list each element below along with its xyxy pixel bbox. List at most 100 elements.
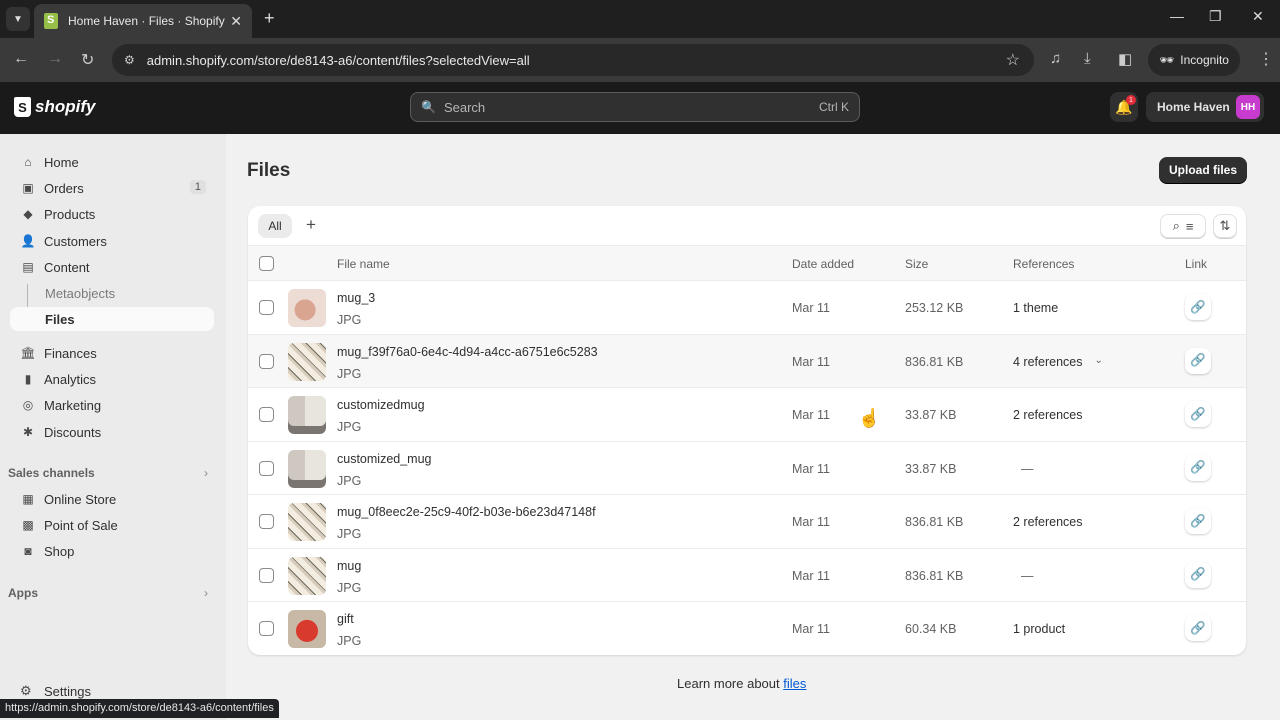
store-menu-button[interactable]: Home Haven HH <box>1146 92 1264 122</box>
row-checkbox[interactable] <box>259 460 274 476</box>
sales-channels-header[interactable]: Sales channels › <box>8 466 208 480</box>
tab-all[interactable]: All <box>258 214 292 238</box>
sidebar-item-products[interactable]: ◆ Products <box>10 202 214 226</box>
table-row[interactable]: mug JPG Mar 11 836.81 KB — 🔗 <box>248 549 1246 602</box>
file-name[interactable]: mug_0f8eec2e-25c9-40f2-b03e-b6e23d47148f <box>337 505 596 519</box>
copy-link-button[interactable]: 🔗 <box>1185 347 1211 374</box>
upload-files-button[interactable]: Upload files <box>1159 157 1247 183</box>
references[interactable]: 4 references ⌄ <box>1013 355 1103 369</box>
file-name[interactable]: customized_mug <box>337 452 432 466</box>
copy-link-button[interactable]: 🔗 <box>1185 401 1211 427</box>
copy-link-button[interactable]: 🔗 <box>1185 615 1211 641</box>
table-row[interactable]: gift JPG Mar 11 60.34 KB 1 product 🔗 <box>248 602 1246 655</box>
date-added: Mar 11 <box>792 568 830 583</box>
site-info-icon[interactable]: ⚙ <box>124 53 135 67</box>
file-name[interactable]: mug_3 <box>337 291 375 305</box>
search-input[interactable]: 🔍 Search Ctrl K <box>410 92 860 122</box>
sidebar-item-shop[interactable]: ◙ Shop <box>10 539 214 563</box>
file-thumbnail[interactable] <box>288 503 326 541</box>
table-row[interactable]: customized_mug JPG Mar 11 33.87 KB — 🔗 <box>248 442 1246 495</box>
copy-link-button[interactable]: 🔗 <box>1185 294 1211 320</box>
browser-tab[interactable]: Home Haven · Files · Shopify ✕ <box>34 4 252 38</box>
sidebar-item-discounts[interactable]: ✱ Discounts <box>10 420 214 444</box>
media-icon[interactable]: ♫ <box>1050 50 1061 67</box>
file-name[interactable]: mug <box>337 559 361 573</box>
forward-icon[interactable]: → <box>47 50 63 68</box>
store-name: Home Haven <box>1157 100 1230 114</box>
side-panel-icon[interactable]: ◧ <box>1118 50 1132 68</box>
browser-menu-icon[interactable]: ⋮ <box>1258 49 1274 69</box>
table-row[interactable]: customizedmug JPG Mar 11 33.87 KB 2 refe… <box>248 388 1246 442</box>
sidebar-item-label: Discounts <box>44 424 102 440</box>
bookmark-star-icon[interactable]: ☆ <box>1006 50 1020 70</box>
tab-title: Home Haven · Files · Shopify <box>68 14 225 28</box>
row-checkbox[interactable] <box>259 300 274 315</box>
row-checkbox[interactable] <box>259 407 274 422</box>
incognito-badge[interactable]: 🕶 Incognito <box>1148 44 1240 76</box>
sidebar-item-settings[interactable]: ⚙ Settings <box>20 683 91 699</box>
download-icon[interactable]: ⤓ <box>1084 50 1091 67</box>
tab-search-button[interactable]: ▼ <box>6 7 30 31</box>
window-close-icon[interactable]: ✕ <box>1252 8 1264 25</box>
date-added: Mar 11 <box>792 354 830 369</box>
sidebar-item-analytics[interactable]: ▮ Analytics <box>10 367 214 391</box>
file-type: JPG <box>337 634 362 648</box>
restore-icon[interactable]: ❐ <box>1209 8 1222 25</box>
sort-button[interactable]: ⇅ <box>1213 214 1237 238</box>
column-file-name[interactable]: File name <box>337 257 390 271</box>
references-text: — <box>1021 461 1034 476</box>
sidebar-item-customers[interactable]: 👤 Customers <box>10 229 214 253</box>
file-name[interactable]: mug_f39f76a0-6e4c-4d94-a4cc-a6751e6c5283 <box>337 345 598 359</box>
sidebar-item-online-store[interactable]: ▦ Online Store <box>10 487 214 511</box>
close-tab-icon[interactable]: ✕ <box>230 13 242 30</box>
copy-link-button[interactable]: 🔗 <box>1185 561 1211 588</box>
sidebar-item-content[interactable]: ▤ Content <box>10 255 214 279</box>
copy-link-button[interactable]: 🔗 <box>1185 508 1211 534</box>
sidebar-item-label: Metaobjects <box>45 285 116 301</box>
file-thumbnail[interactable] <box>288 289 326 327</box>
sidebar-item-orders[interactable]: ▣ Orders 1 <box>10 176 214 200</box>
table-row[interactable]: mug_f39f76a0-6e4c-4d94-a4cc-a6751e6c5283… <box>248 334 1246 388</box>
row-checkbox[interactable] <box>259 567 274 583</box>
column-date-added[interactable]: Date added <box>792 257 854 271</box>
link-icon: 🔗 <box>1190 299 1206 314</box>
select-all-checkbox[interactable] <box>259 256 274 271</box>
copy-link-button[interactable]: 🔗 <box>1185 454 1211 481</box>
apps-header[interactable]: Apps › <box>8 586 208 600</box>
add-view-button[interactable]: + <box>306 215 316 235</box>
file-thumbnail[interactable] <box>288 342 326 381</box>
file-name[interactable]: gift <box>337 612 354 626</box>
store-icon: ▦ <box>22 492 34 506</box>
incognito-label: Incognito <box>1180 53 1229 67</box>
file-thumbnail[interactable] <box>288 556 326 595</box>
new-tab-button[interactable]: + <box>264 8 275 29</box>
row-checkbox[interactable] <box>259 514 274 529</box>
sidebar-item-marketing[interactable]: ◎ Marketing <box>10 393 214 417</box>
row-checkbox[interactable] <box>259 621 274 636</box>
file-thumbnail[interactable] <box>288 449 326 488</box>
notifications-button[interactable]: 🔔 1 <box>1110 92 1138 122</box>
back-icon[interactable]: ← <box>13 50 29 68</box>
reload-icon[interactable]: ↻ <box>81 50 94 70</box>
minimize-icon[interactable]: — <box>1170 8 1184 24</box>
sidebar-item-point-of-sale[interactable]: ▩ Point of Sale <box>10 513 214 537</box>
row-checkbox[interactable] <box>259 353 274 369</box>
learn-more-link[interactable]: files <box>783 676 806 691</box>
file-thumbnail[interactable] <box>288 396 326 434</box>
column-size[interactable]: Size <box>905 257 928 271</box>
chevron-down-icon[interactable]: ⌄ <box>1094 355 1102 369</box>
url-text[interactable]: admin.shopify.com/store/de8143-a6/conten… <box>147 53 1006 68</box>
file-name[interactable]: customizedmug <box>337 398 425 412</box>
search-filter-button[interactable]: ⌕ ≡ <box>1160 214 1206 238</box>
shopify-logo[interactable]: S shopify <box>14 97 95 117</box>
sidebar-item-files[interactable]: Files <box>10 307 214 331</box>
table-row[interactable]: mug_3 JPG Mar 11 253.12 KB 1 theme 🔗 <box>248 281 1246 335</box>
file-thumbnail[interactable] <box>288 610 326 648</box>
address-bar[interactable]: ⚙ admin.shopify.com/store/de8143-a6/cont… <box>112 44 1034 76</box>
link-icon: 🔗 <box>1190 620 1206 635</box>
sidebar-item-metaobjects[interactable]: Metaobjects <box>10 281 214 305</box>
table-row[interactable]: mug_0f8eec2e-25c9-40f2-b03e-b6e23d47148f… <box>248 495 1246 549</box>
sidebar-item-finances[interactable]: 🏛 Finances <box>10 341 214 365</box>
sidebar-item-label: Content <box>44 259 90 275</box>
sidebar-item-home[interactable]: ⌂ Home <box>10 150 214 174</box>
